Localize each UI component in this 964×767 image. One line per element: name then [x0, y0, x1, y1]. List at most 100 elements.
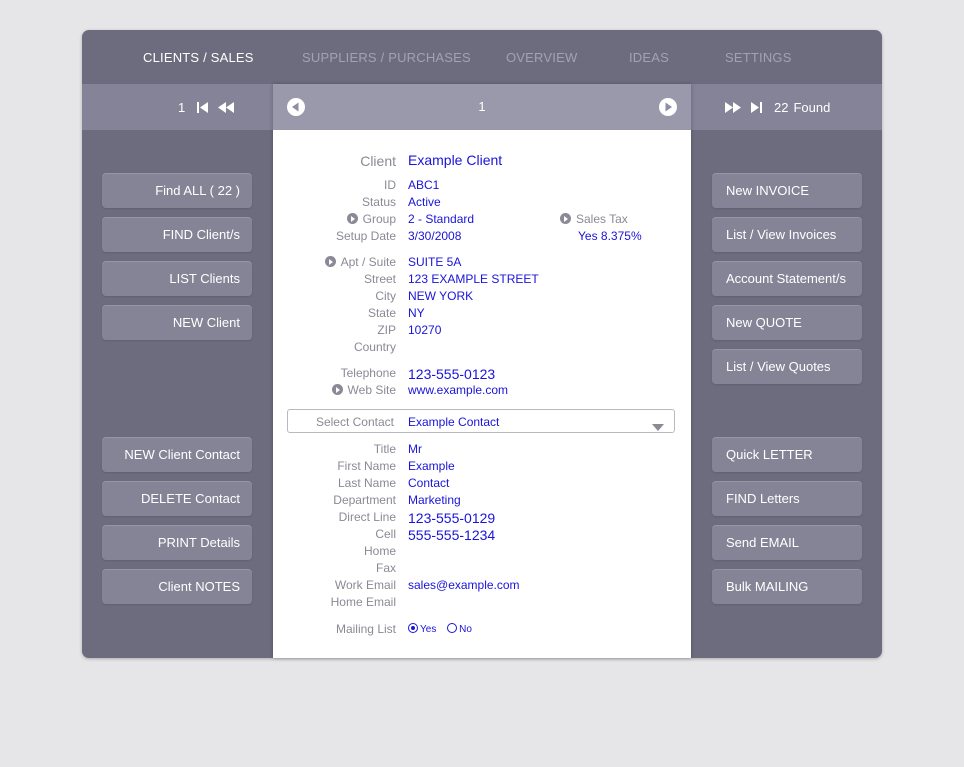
mailing-yes-label: Yes: [420, 624, 437, 635]
select-contact-label: Select Contact: [315, 415, 394, 429]
new-client-contact-button[interactable]: NEW Client Contact: [102, 437, 252, 472]
find-all-button[interactable]: Find ALL ( 22 ): [102, 173, 252, 208]
tab-settings[interactable]: SETTINGS: [725, 50, 792, 65]
list-view-quotes-button[interactable]: List / View Quotes: [712, 349, 862, 384]
work-email-field[interactable]: sales@example.com: [408, 578, 520, 592]
telephone-label: Telephone: [340, 366, 396, 380]
client-name-field[interactable]: Example Client: [408, 152, 502, 168]
list-view-invoices-button[interactable]: List / View Invoices: [712, 217, 862, 252]
website-open-icon[interactable]: [331, 384, 343, 395]
home-phone-label: Home: [363, 544, 396, 558]
state-label: State: [367, 306, 396, 320]
department-field[interactable]: Marketing: [408, 493, 461, 507]
send-email-button[interactable]: Send EMAIL: [712, 525, 862, 560]
first-name-label: First Name: [337, 459, 396, 473]
apt-suite-popup-icon[interactable]: [324, 256, 336, 267]
mailing-list-label: Mailing List: [335, 622, 396, 636]
first-record-icon[interactable]: [197, 101, 209, 113]
last-name-field[interactable]: Contact: [408, 476, 449, 490]
client-notes-button[interactable]: Client NOTES: [102, 569, 252, 604]
selected-contact: Example Contact: [408, 415, 500, 429]
tab-clients-sales[interactable]: CLIENTS / SALES: [143, 50, 254, 65]
group-field[interactable]: 2 - Standard: [408, 212, 474, 226]
website-label: Web Site: [331, 383, 396, 397]
zip-label: ZIP: [377, 323, 396, 337]
client-label: Client: [360, 153, 396, 169]
status-field[interactable]: Active: [408, 195, 441, 209]
cell-field[interactable]: 555-555-1234: [408, 527, 495, 543]
mailing-yes-option[interactable]: Yes: [408, 623, 437, 635]
country-label: Country: [353, 340, 396, 354]
record-header: 1: [273, 84, 691, 130]
website-field[interactable]: www.example.com: [408, 383, 508, 397]
setup-date-field[interactable]: 3/30/2008: [408, 229, 461, 243]
work-email-label: Work Email: [334, 578, 396, 592]
mailing-no-option[interactable]: No: [447, 623, 472, 635]
tab-overview[interactable]: OVERVIEW: [506, 50, 577, 65]
title-label: Title: [373, 442, 396, 456]
app-window: CLIENTS / SALES SUPPLIERS / PURCHASES OV…: [82, 30, 882, 658]
city-field[interactable]: NEW YORK: [408, 289, 473, 303]
client-record-card: 1 Client Example Client ID ABC1 Status A…: [273, 84, 691, 658]
list-clients-button[interactable]: LIST Clients: [102, 261, 252, 296]
find-letters-button[interactable]: FIND Letters: [712, 481, 862, 516]
main-tabs: CLIENTS / SALES SUPPLIERS / PURCHASES OV…: [82, 30, 882, 84]
mailing-no-radio[interactable]: [447, 623, 458, 633]
direct-line-field[interactable]: 123-555-0129: [408, 510, 495, 526]
apt-suite-label: Apt / Suite: [324, 255, 396, 269]
mailing-list-radio-group: Yes No: [408, 623, 472, 635]
new-invoice-button[interactable]: New INVOICE: [712, 173, 862, 208]
tab-suppliers-purchases[interactable]: SUPPLIERS / PURCHASES: [302, 50, 471, 65]
id-field[interactable]: ABC1: [408, 178, 439, 192]
city-label: City: [375, 289, 396, 303]
new-client-button[interactable]: NEW Client: [102, 305, 252, 340]
setup-date-label: Setup Date: [335, 229, 396, 243]
status-label: Status: [361, 195, 396, 209]
first-record-number: 1: [178, 99, 186, 115]
first-name-field[interactable]: Example: [408, 459, 455, 473]
website-label-text: Web Site: [347, 383, 396, 397]
state-field[interactable]: NY: [408, 306, 425, 320]
title-field[interactable]: Mr: [408, 442, 422, 456]
found-label: Found: [793, 99, 831, 115]
current-record-number: 1: [478, 99, 486, 114]
new-quote-button[interactable]: New QUOTE: [712, 305, 862, 340]
telephone-field[interactable]: 123-555-0123: [408, 366, 495, 382]
delete-contact-button[interactable]: DELETE Contact: [102, 481, 252, 516]
sales-tax-label-text: Sales Tax: [576, 212, 628, 226]
quick-letter-button[interactable]: Quick LETTER: [712, 437, 862, 472]
sales-tax-label: Sales Tax: [560, 212, 628, 226]
select-contact-dropdown[interactable]: Select Contact Example Contact: [287, 409, 675, 433]
found-count: 22: [774, 99, 789, 115]
group-label-text: Group: [362, 212, 396, 226]
sales-tax-field[interactable]: Yes 8.375%: [578, 229, 642, 243]
apt-suite-label-text: Apt / Suite: [340, 255, 396, 269]
last-record-icon[interactable]: [750, 101, 762, 113]
chevron-down-icon: [652, 418, 664, 436]
group-label: Group: [346, 212, 396, 226]
rewind-icon[interactable]: [217, 101, 235, 113]
cell-label: Cell: [375, 527, 396, 541]
bulk-mailing-button[interactable]: Bulk MAILING: [712, 569, 862, 604]
zip-field[interactable]: 10270: [408, 323, 441, 337]
apt-suite-field[interactable]: SUITE 5A: [408, 255, 461, 269]
account-statements-button[interactable]: Account Statement/s: [712, 261, 862, 296]
street-field[interactable]: 123 EXAMPLE STREET: [408, 272, 539, 286]
fast-forward-icon[interactable]: [724, 101, 742, 113]
street-label: Street: [363, 272, 396, 286]
sales-tax-popup-icon[interactable]: [560, 213, 571, 224]
tab-ideas[interactable]: IDEAS: [629, 50, 669, 65]
print-details-button[interactable]: PRINT Details: [102, 525, 252, 560]
fax-label: Fax: [375, 561, 396, 575]
direct-line-label: Direct Line: [338, 510, 396, 524]
id-label: ID: [384, 178, 396, 192]
next-record-icon[interactable]: [659, 98, 677, 116]
nav-left-group: 1: [178, 84, 235, 130]
mailing-yes-radio[interactable]: [408, 623, 418, 633]
nav-right-group: 22 Found: [724, 84, 830, 130]
last-name-label: Last Name: [337, 476, 396, 490]
group-popup-icon[interactable]: [346, 213, 358, 224]
find-clients-button[interactable]: FIND Client/s: [102, 217, 252, 252]
department-label: Department: [333, 493, 396, 507]
mailing-no-label: No: [459, 624, 472, 635]
